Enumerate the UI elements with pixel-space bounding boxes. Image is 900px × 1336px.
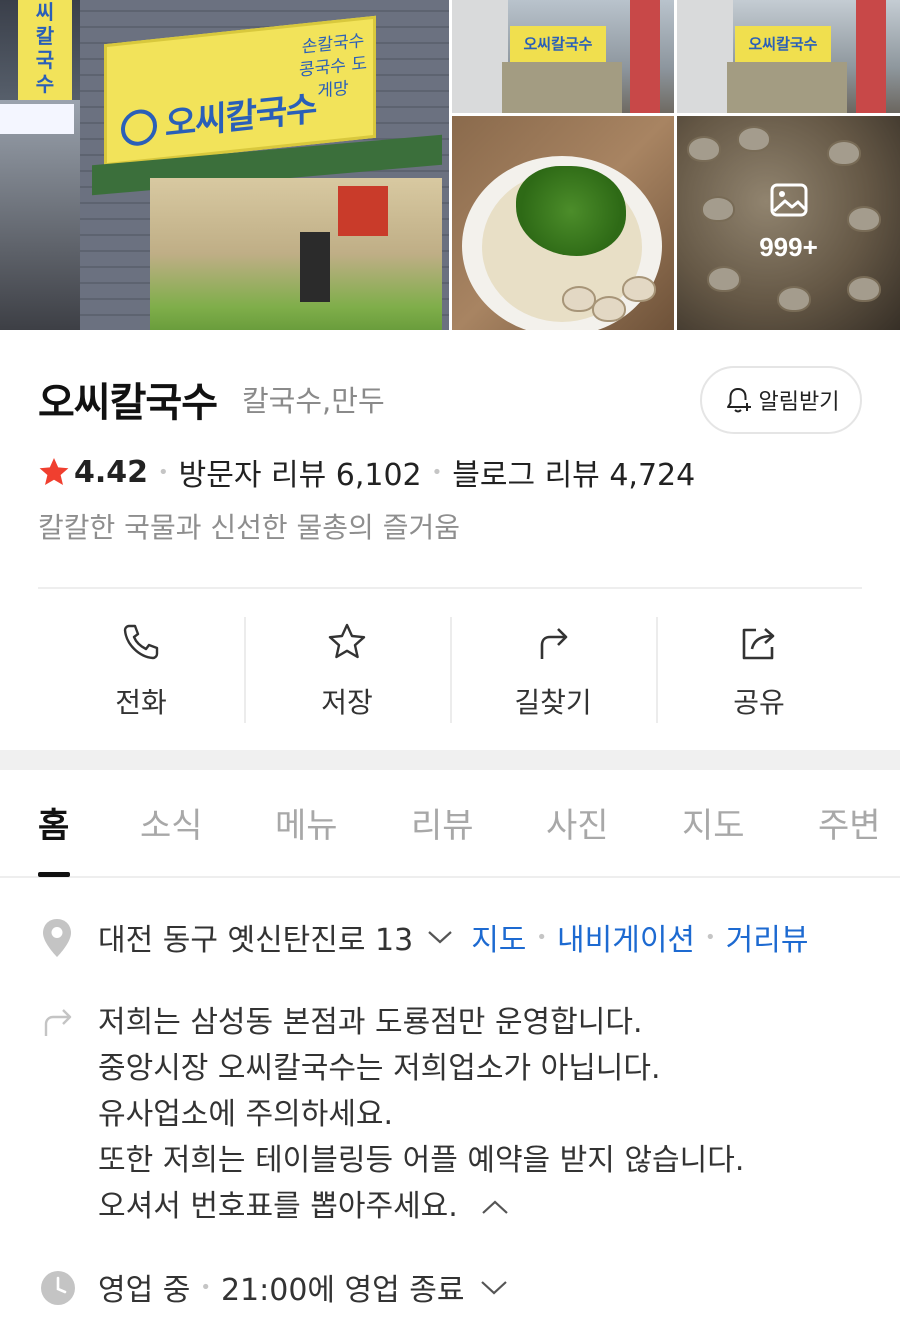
active-tab-indicator xyxy=(38,872,70,877)
address-row: 대전 동구 옛신탄진로 13 지도 • 내비게이션 • 거리뷰 xyxy=(98,915,808,959)
street-view-link[interactable]: 거리뷰 xyxy=(726,915,809,959)
chevron-up-icon[interactable] xyxy=(480,1198,510,1216)
call-label: 전화 xyxy=(115,686,167,719)
chevron-down-icon[interactable] xyxy=(479,1278,509,1296)
directions-button[interactable]: 길찾기 xyxy=(450,617,656,723)
clam xyxy=(622,276,656,302)
shop-front xyxy=(150,178,442,330)
image-icon xyxy=(770,183,808,217)
notice-line: 중앙시장 오씨칼국수는 저희업소가 아닙니다. xyxy=(98,1051,661,1086)
neighbor-building xyxy=(0,100,80,330)
shop-front xyxy=(727,62,847,113)
tab-home[interactable]: 홈 xyxy=(38,798,69,847)
call-button[interactable]: 전화 xyxy=(38,617,244,723)
sign-logo xyxy=(121,107,157,148)
star-filled-icon xyxy=(39,458,69,485)
notify-button[interactable]: 알림받기 xyxy=(700,366,862,434)
notice-line: 오셔서 번호표를 뽑아주세요. xyxy=(98,1189,458,1224)
more-photos-overlay[interactable] xyxy=(677,116,900,330)
street-photo-1[interactable]: 오씨칼국수 xyxy=(452,0,674,113)
separator-dot: • xyxy=(158,461,169,483)
action-bar: 전화 저장 길찾기 공유 xyxy=(38,617,862,723)
tab-menu[interactable]: 메뉴 xyxy=(275,798,338,847)
neighbor-sign xyxy=(0,104,74,134)
notice-line: 유사업소에 주의하세요. xyxy=(98,1097,394,1132)
hours-row[interactable]: 영업 중 • 21:00에 영업 종료 xyxy=(98,1264,509,1310)
closing-time: 21:00에 영업 종료 xyxy=(220,1273,465,1308)
clam xyxy=(592,296,626,322)
notify-label: 알림받기 xyxy=(758,390,840,415)
red-building xyxy=(856,0,886,113)
separator-dot: • xyxy=(431,461,443,483)
store-sign: 오씨칼국수 xyxy=(735,26,831,62)
place-category: 칼국수,만두 xyxy=(242,384,385,418)
noodle-photo[interactable] xyxy=(452,116,674,330)
sign-menu-text: 손칼국수 콩국수 도게망 xyxy=(299,30,367,102)
blog-reviews-link[interactable]: 블로그 리뷰 4,724 xyxy=(452,450,695,494)
storefront-photo[interactable]: 씨 칼 국 수 오씨칼국수 손칼국수 콩국수 도게망 xyxy=(0,0,449,330)
save-label: 저장 xyxy=(321,686,373,719)
red-building xyxy=(630,0,660,113)
section-separator xyxy=(0,750,900,770)
red-poster xyxy=(338,186,388,236)
share-icon xyxy=(742,628,775,660)
star-outline-icon xyxy=(328,623,366,659)
separator-dot: • xyxy=(536,926,548,948)
notice-last-line: 오셔서 번호표를 뽑아주세요. xyxy=(98,1184,878,1230)
map-link[interactable]: 지도 xyxy=(471,915,526,959)
notice-line: 저희는 삼성동 본점과 도룡점만 운영합니다. xyxy=(98,1005,643,1040)
building xyxy=(452,0,508,113)
building xyxy=(677,0,733,113)
directions-icon xyxy=(44,1009,72,1036)
address-text[interactable]: 대전 동구 옛신탄진로 13 xyxy=(98,915,413,959)
divider xyxy=(38,587,862,589)
notice-line: 또한 저희는 테이블링등 어플 예약을 받지 않습니다. xyxy=(98,1143,745,1178)
place-name: 오씨칼국수 xyxy=(38,380,218,426)
more-photos-count: 999+ xyxy=(759,232,818,262)
tab-reviews[interactable]: 리뷰 xyxy=(411,798,474,847)
door-poster xyxy=(300,232,330,302)
photo-gallery: 씨 칼 국 수 오씨칼국수 손칼국수 콩국수 도게망 오씨칼국수 오씨칼국수 9… xyxy=(0,0,900,330)
tab-photos[interactable]: 사진 xyxy=(546,798,609,847)
chevron-down-icon[interactable] xyxy=(427,929,453,945)
rating-score: 4.42 xyxy=(74,454,149,490)
clock-icon xyxy=(41,1271,75,1305)
visitor-reviews-link[interactable]: 방문자 리뷰 6,102 xyxy=(179,450,422,494)
vertical-sign: 씨 칼 국 수 xyxy=(18,0,72,100)
save-button[interactable]: 저장 xyxy=(244,617,450,723)
clam xyxy=(562,286,596,312)
bell-plus-icon xyxy=(726,388,751,413)
directions-label: 길찾기 xyxy=(514,686,592,719)
separator-dot: • xyxy=(200,1276,211,1298)
street-photo-2[interactable]: 오씨칼국수 xyxy=(677,0,900,113)
open-status: 영업 중 xyxy=(98,1273,191,1308)
tab-news[interactable]: 소식 xyxy=(140,798,203,847)
shop-front xyxy=(502,62,622,113)
location-pin-icon xyxy=(43,919,71,957)
rating-row: 4.42 • 방문자 리뷰 6,102 • 블로그 리뷰 4,724 xyxy=(38,450,695,494)
share-label: 공유 xyxy=(733,686,785,719)
share-button[interactable]: 공유 xyxy=(656,617,862,723)
place-description: 칼칼한 국물과 신선한 물총의 즐거움 xyxy=(38,511,461,544)
store-sign: 오씨칼국수 xyxy=(510,26,606,62)
separator-dot: • xyxy=(705,926,716,948)
tab-nearby[interactable]: 주변 xyxy=(818,798,881,847)
navigation-link[interactable]: 내비게이션 xyxy=(557,915,695,959)
tab-map[interactable]: 지도 xyxy=(682,798,745,847)
tab-bar: 홈 소식 메뉴 리뷰 사진 지도 주변 xyxy=(0,770,900,878)
directions-notice: 저희는 삼성동 본점과 도룡점만 운영합니다. 중앙시장 오씨칼국수는 저희업소… xyxy=(98,1000,878,1230)
phone-icon xyxy=(123,624,159,660)
directions-icon xyxy=(540,628,568,659)
